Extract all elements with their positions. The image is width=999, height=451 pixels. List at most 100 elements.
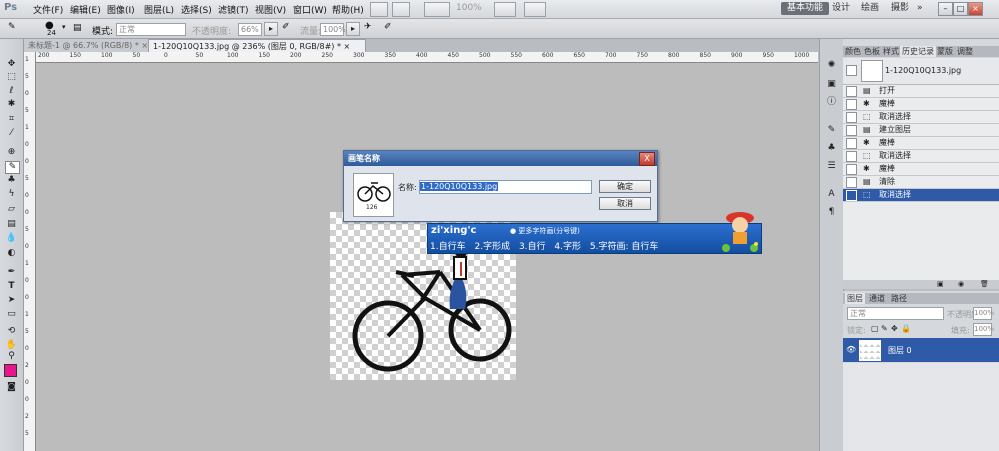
- tab-paths[interactable]: 路径: [891, 293, 907, 304]
- lock-position-icon[interactable]: ✥: [891, 324, 898, 333]
- lock-all-icon[interactable]: 🔒: [901, 324, 911, 333]
- lock-pixels-icon[interactable]: ✎: [881, 324, 888, 333]
- brush-panel-icon[interactable]: ▤: [73, 23, 82, 33]
- zoom-tool-icon[interactable]: ⚲: [5, 351, 18, 362]
- close-window-icon[interactable]: ×: [968, 2, 983, 16]
- tab-bicycle-jpg[interactable]: 1-120Q10Q133.jpg @ 236% (图层 0, RGB/8#) *…: [148, 39, 366, 53]
- marquee-tool-icon[interactable]: ⬚: [5, 72, 18, 83]
- history-source-checkbox[interactable]: [846, 86, 857, 97]
- cancel-button[interactable]: 取消: [599, 197, 651, 210]
- brush-name-input[interactable]: 1-120Q10Q133.jpg: [419, 180, 592, 194]
- menu-help[interactable]: 帮助(H): [332, 3, 364, 16]
- lasso-tool-icon[interactable]: ℓ: [5, 86, 18, 97]
- ok-button[interactable]: 确定: [599, 180, 651, 193]
- ime-candidate[interactable]: 3.自行: [519, 242, 546, 252]
- hand-tool-icon[interactable]: ✋: [5, 340, 18, 351]
- tab-adjustments[interactable]: 调整: [957, 46, 973, 57]
- brush-preset-chevron-icon[interactable]: ▾: [62, 23, 66, 31]
- history-state-row[interactable]: ✱ 魔棒: [843, 163, 999, 176]
- layer-opacity-field[interactable]: 100%: [973, 307, 994, 320]
- workspace-design[interactable]: 设计: [832, 2, 850, 15]
- history-state-row[interactable]: ▤ 建立图层: [843, 124, 999, 137]
- menu-select[interactable]: 选择(S): [181, 3, 212, 16]
- flow-field[interactable]: 100%: [320, 23, 346, 36]
- clone-stamp-tool-icon[interactable]: ♣: [5, 175, 18, 186]
- workspace-photography[interactable]: 摄影: [891, 2, 909, 15]
- pressure-size-icon[interactable]: ✐: [384, 22, 392, 32]
- new-document-icon[interactable]: ▣: [937, 280, 944, 288]
- zoom-readout[interactable]: 100%: [456, 3, 482, 13]
- character-icon[interactable]: A: [825, 189, 838, 200]
- maximize-icon[interactable]: □: [953, 2, 968, 16]
- crop-tool-icon[interactable]: ⌗: [5, 114, 18, 125]
- lock-transparency-icon[interactable]: ▢: [871, 324, 879, 333]
- tab-swatches[interactable]: 色板: [864, 46, 880, 57]
- history-source-checkbox[interactable]: [846, 177, 857, 188]
- history-source-checkbox[interactable]: [846, 125, 857, 136]
- workspace-painting[interactable]: 绘画: [861, 2, 879, 15]
- 3d-rotate-tool-icon[interactable]: ⟲: [5, 326, 18, 337]
- history-source-checkbox[interactable]: [846, 190, 857, 201]
- dialog-title-bar[interactable]: 画笔名称: [344, 151, 657, 166]
- history-state-row[interactable]: ▤ 清除: [843, 176, 999, 189]
- eye-icon[interactable]: 👁: [846, 345, 856, 354]
- navigator-icon[interactable]: ▣: [825, 79, 838, 90]
- shape-tool-icon[interactable]: ▭: [5, 309, 18, 320]
- opacity-arrow-icon[interactable]: ▸: [264, 22, 278, 36]
- mode-select[interactable]: 正常: [116, 23, 186, 36]
- tab-styles[interactable]: 样式: [883, 46, 899, 57]
- history-source-checkbox[interactable]: [846, 164, 857, 175]
- history-source-checkbox[interactable]: [846, 151, 857, 162]
- pen-tool-icon[interactable]: ✒: [5, 267, 18, 278]
- history-snapshot[interactable]: 1-120Q10Q133.jpg: [843, 58, 999, 85]
- type-tool-icon[interactable]: T: [5, 281, 18, 292]
- paragraph-icon[interactable]: ¶: [825, 207, 838, 218]
- brush-tool-icon[interactable]: ✎: [5, 161, 20, 174]
- tab-untitled[interactable]: 未标题-1 @ 66.7% (RGB/8) * ×: [24, 39, 153, 52]
- snapshot-source-checkbox[interactable]: [846, 65, 857, 76]
- opacity-field[interactable]: 66%: [238, 23, 262, 36]
- quick-mask-icon[interactable]: ◙: [5, 382, 18, 393]
- history-state-row[interactable]: ⬚ 取消选择: [843, 111, 999, 124]
- extras-button[interactable]: [524, 2, 546, 17]
- 3d-panel-icon[interactable]: ✺: [825, 60, 838, 71]
- menu-file[interactable]: 文件(F): [33, 3, 63, 16]
- menu-layer[interactable]: 图层(L): [144, 3, 174, 16]
- magic-wand-tool-icon[interactable]: ✱: [5, 99, 18, 110]
- brush-panel-icon[interactable]: ✎: [825, 125, 838, 136]
- ime-candidate[interactable]: 1.自行车: [430, 242, 466, 252]
- menu-filter[interactable]: 滤镜(T): [218, 3, 249, 16]
- history-state-row[interactable]: ▤ 打开: [843, 85, 999, 98]
- history-state-row[interactable]: ✱ 魔棒: [843, 98, 999, 111]
- brush-tool-icon[interactable]: ✎: [8, 22, 16, 32]
- clone-source-icon[interactable]: ♣: [825, 143, 838, 154]
- tab-close-icon[interactable]: ×: [344, 42, 351, 51]
- menu-edit[interactable]: 编辑(E): [70, 3, 101, 16]
- ime-candidate[interactable]: 4.字形: [554, 242, 581, 252]
- airbrush-icon[interactable]: ✈: [364, 22, 372, 32]
- trash-icon[interactable]: 🗑: [980, 280, 989, 288]
- camera-icon[interactable]: ◉: [958, 280, 964, 288]
- blend-mode-select[interactable]: 正常: [847, 307, 944, 320]
- bridge-button[interactable]: [370, 2, 388, 17]
- menu-window[interactable]: 窗口(W): [293, 3, 327, 16]
- adjustments-icon[interactable]: ☰: [825, 161, 838, 172]
- screen-mode-button[interactable]: [494, 2, 516, 17]
- dialog-close-icon[interactable]: X: [639, 152, 655, 166]
- tab-layers[interactable]: 图层: [845, 293, 865, 304]
- minimize-icon[interactable]: –: [938, 2, 953, 16]
- move-tool-icon[interactable]: ✥: [5, 59, 18, 70]
- foreground-color-swatch[interactable]: [4, 364, 17, 377]
- eraser-tool-icon[interactable]: ▱: [5, 204, 18, 215]
- dodge-tool-icon[interactable]: ◐: [5, 248, 18, 259]
- healing-tool-icon[interactable]: ⊕: [5, 147, 18, 158]
- history-source-checkbox[interactable]: [846, 99, 857, 110]
- menu-image[interactable]: 图像(I): [107, 3, 135, 16]
- menu-view[interactable]: 视图(V): [255, 3, 286, 16]
- history-state-row-selected[interactable]: ⬚ 取消选择: [843, 189, 999, 202]
- history-state-row[interactable]: ⬚ 取消选择: [843, 150, 999, 163]
- tab-history[interactable]: 历史记录: [900, 46, 936, 57]
- fill-field[interactable]: 100%: [973, 323, 994, 336]
- tab-masks[interactable]: 蒙版: [937, 46, 953, 57]
- layer-row[interactable]: 👁 图层 0: [843, 338, 999, 362]
